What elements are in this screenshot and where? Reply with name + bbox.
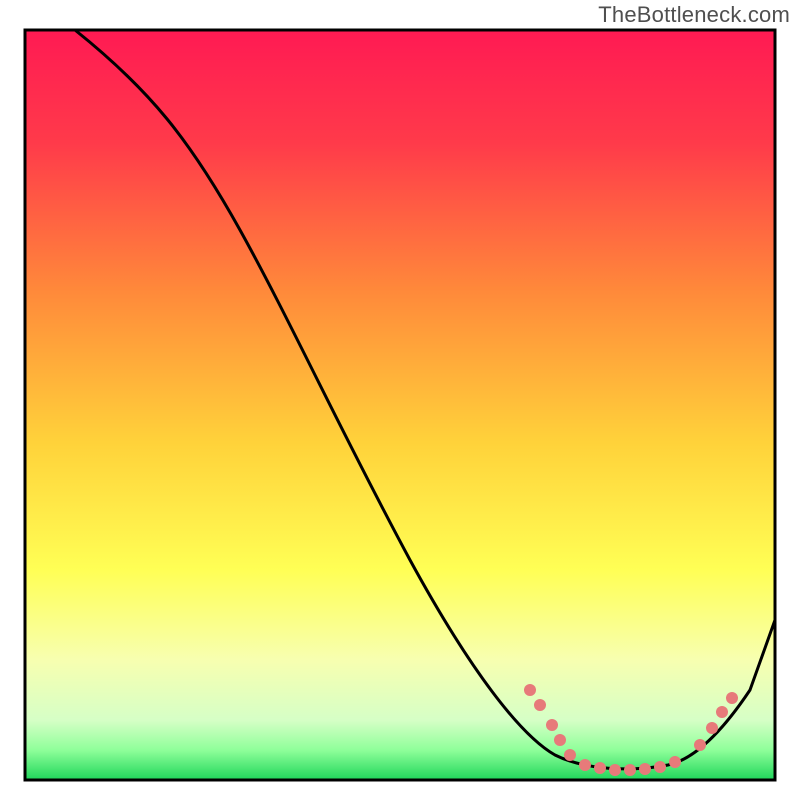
- watermark-text: TheBottleneck.com: [598, 2, 790, 28]
- gradient-background: [25, 30, 775, 780]
- chart-frame: TheBottleneck.com: [0, 0, 800, 800]
- bottleneck-curve-chart: [0, 0, 800, 800]
- plot-area: [25, 30, 775, 780]
